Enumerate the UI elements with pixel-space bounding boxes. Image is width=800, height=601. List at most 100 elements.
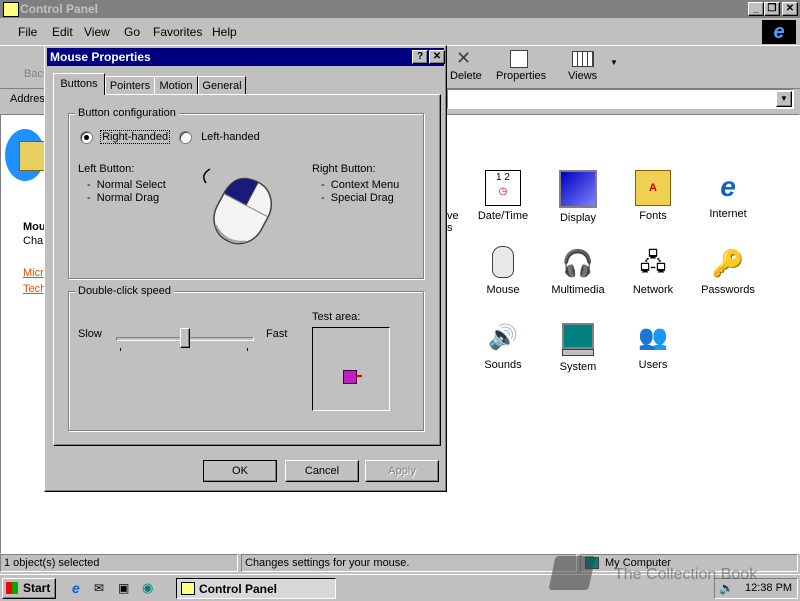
minimize-button[interactable]: _: [748, 2, 764, 16]
slow-label: Slow: [78, 328, 102, 340]
delete-button[interactable]: Delete: [450, 70, 482, 82]
left-handed-radio[interactable]: Left-handed: [179, 131, 260, 144]
help-button[interactable]: ?: [412, 50, 428, 64]
left-pane-subtitle: Cha: [23, 235, 44, 247]
start-button[interactable]: Start: [2, 578, 56, 599]
calendar-clock-icon: 1 2 ◷: [485, 170, 521, 206]
menu-file[interactable]: File: [18, 25, 37, 39]
right-button-item-2: - Special Drag: [321, 192, 394, 204]
status-hint: Changes settings for your mouse.: [241, 554, 577, 572]
quicklaunch-channels-icon[interactable]: ◉: [142, 580, 153, 596]
internet-icon: e: [720, 171, 736, 202]
display-icon: [559, 170, 597, 208]
address-input[interactable]: [447, 89, 794, 109]
book-logo-icon: [548, 556, 596, 590]
windows-logo-icon: [6, 582, 18, 594]
icon-passwords[interactable]: 🔑 Passwords: [691, 246, 765, 296]
icon-grid: ve s 1 2 ◷ Date/Time Display A Fonts e In…: [447, 170, 797, 380]
close-button[interactable]: ✕: [782, 2, 798, 16]
icon-label: Sounds: [484, 359, 522, 371]
quicklaunch-desktop-icon[interactable]: ▣: [118, 581, 129, 595]
left-pane-icon: [5, 121, 51, 191]
menu-go[interactable]: Go: [124, 25, 140, 39]
left-button-title: Left Button:: [78, 163, 135, 175]
left-button-item-1: - Normal Select: [87, 179, 166, 191]
properties-button[interactable]: Properties: [496, 70, 546, 82]
tab-panel: Button configuration Right-handed Left-h…: [53, 94, 441, 446]
left-pane-link-2[interactable]: Tech: [23, 283, 46, 295]
taskbar-task-control-panel[interactable]: Control Panel: [176, 578, 336, 599]
jack-crank-icon: [356, 375, 362, 377]
tab-motion[interactable]: Motion: [154, 76, 198, 95]
test-area-box[interactable]: [312, 327, 390, 411]
fast-label: Fast: [266, 328, 288, 340]
ok-button[interactable]: OK: [203, 460, 277, 482]
multimedia-icon: 🎧: [561, 248, 595, 278]
icon-label: System: [559, 361, 597, 373]
icon-partial-label[interactable]: ve: [447, 210, 459, 222]
dialog-close-button[interactable]: ✕: [429, 50, 445, 64]
icon-label: Date/Time: [477, 210, 529, 222]
icon-fonts[interactable]: A Fonts: [616, 170, 690, 222]
menu-bar: File Edit View Go Favorites Help: [0, 20, 760, 44]
button-config-title: Button configuration: [75, 107, 179, 119]
icon-label: Users: [638, 359, 668, 371]
menu-edit[interactable]: Edit: [52, 25, 73, 39]
app-icon: [3, 2, 19, 17]
users-icon: 👥: [638, 324, 668, 351]
slider-tick-right: [247, 348, 248, 351]
icon-label: Passwords: [701, 284, 755, 296]
dialog-titlebar: Mouse Properties ? ✕: [47, 48, 445, 66]
status-selected: 1 object(s) selected: [0, 554, 238, 572]
icon-internet[interactable]: e Internet: [691, 170, 765, 220]
icon-multimedia[interactable]: 🎧 Multimedia: [541, 246, 615, 296]
mouse-properties-dialog: Mouse Properties ? ✕ Buttons Pointers Mo…: [44, 45, 447, 492]
icon-label: Fonts: [639, 210, 667, 222]
icon-display[interactable]: Display: [541, 170, 615, 224]
quicklaunch-ie-icon[interactable]: e: [72, 580, 80, 596]
radio-on-icon: [80, 131, 93, 144]
mouse-icon: [486, 246, 520, 280]
menu-view[interactable]: View: [84, 25, 110, 39]
cancel-button[interactable]: Cancel: [285, 460, 359, 482]
icon-partial-label-2: s: [447, 222, 453, 234]
tab-pointers[interactable]: Pointers: [105, 76, 155, 95]
ie-logo-icon: e: [762, 20, 796, 44]
icon-sounds[interactable]: 🔊 Sounds: [466, 321, 540, 371]
window-titlebar: Control Panel _ ❐ ✕: [0, 0, 800, 18]
right-handed-radio[interactable]: Right-handed: [80, 130, 171, 145]
views-button[interactable]: Views: [568, 70, 597, 82]
address-dropdown-icon[interactable]: ▼: [776, 91, 792, 107]
control-panel-task-icon: [181, 582, 195, 595]
left-pane-link-1[interactable]: Micr: [23, 267, 44, 279]
menu-favorites[interactable]: Favorites: [153, 25, 202, 39]
tab-general[interactable]: General: [198, 76, 246, 95]
jack-in-box-icon: [343, 370, 357, 384]
views-dropdown-icon[interactable]: ▼: [610, 58, 618, 67]
test-area-label: Test area:: [312, 311, 361, 323]
icon-mouse[interactable]: Mouse: [466, 246, 540, 296]
left-button-item-2: - Normal Drag: [87, 192, 160, 204]
folder-fonts-icon: A: [635, 170, 671, 206]
keys-icon: 🔑: [711, 248, 745, 278]
menu-help[interactable]: Help: [212, 25, 237, 39]
icon-label: Internet: [709, 208, 747, 220]
window-title: Control Panel: [20, 2, 99, 16]
views-icon: [572, 51, 594, 67]
watermark: The Collection Book: [548, 552, 798, 598]
delete-icon: ✕: [456, 48, 472, 68]
tab-buttons[interactable]: Buttons: [53, 73, 105, 95]
icon-label: Multimedia: [551, 284, 605, 296]
restore-button[interactable]: ❐: [764, 2, 780, 16]
apply-button[interactable]: Apply: [365, 460, 439, 482]
quicklaunch-outlook-icon[interactable]: ✉: [94, 581, 104, 595]
left-pane-title: Mou: [23, 221, 46, 233]
dblclick-title: Double-click speed: [75, 285, 174, 297]
slider-thumb[interactable]: [180, 328, 190, 348]
icon-label: Display: [559, 212, 597, 224]
icon-network[interactable]: 🖧 Network: [616, 246, 690, 296]
icon-system[interactable]: System: [541, 321, 615, 373]
mouse-illustration-icon: [203, 168, 273, 245]
icon-users[interactable]: 👥 Users: [616, 321, 690, 371]
icon-datetime[interactable]: 1 2 ◷ Date/Time: [466, 170, 540, 222]
